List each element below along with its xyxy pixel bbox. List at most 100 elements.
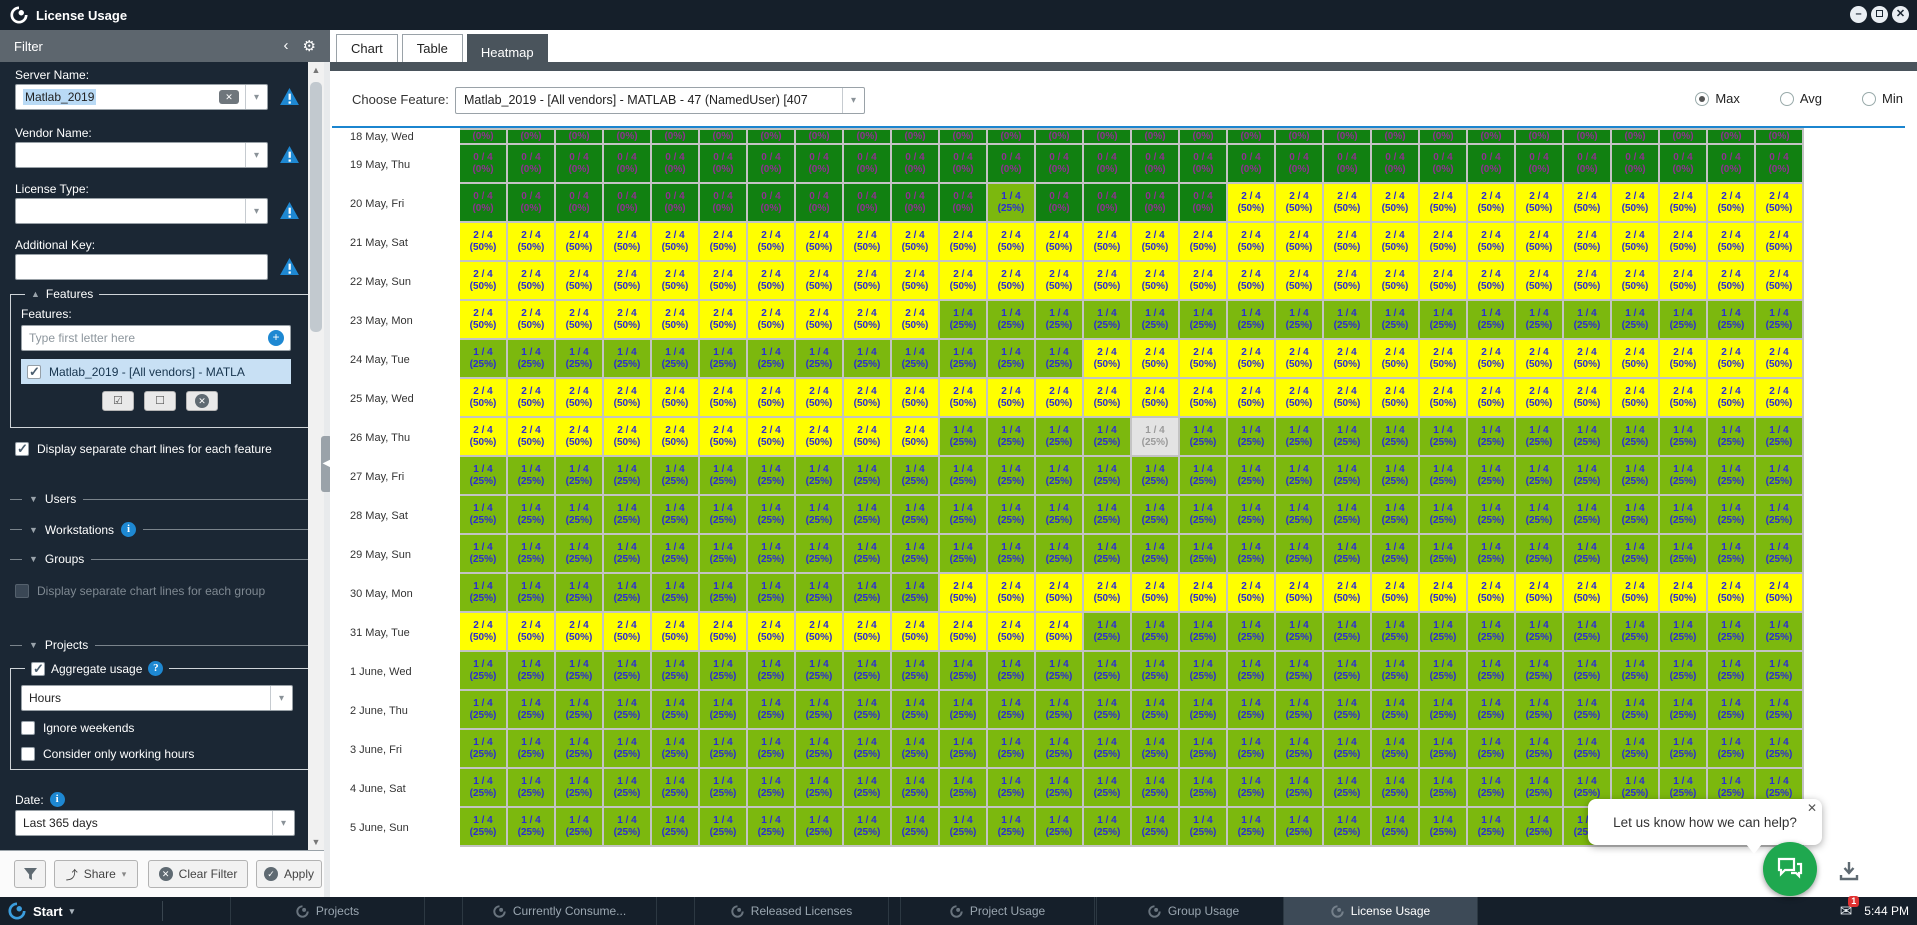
heatmap-cell[interactable]: 2 / 4(50%): [940, 574, 988, 613]
heatmap-cell[interactable]: 0 / 4(0%): [604, 145, 652, 184]
heatmap-cell[interactable]: 2 / 4(50%): [892, 223, 940, 262]
heatmap-cell[interactable]: 1 / 4(25%): [1180, 418, 1228, 457]
heatmap-cell[interactable]: 1 / 4(25%): [604, 769, 652, 808]
heatmap-cell[interactable]: 2 / 4(50%): [988, 223, 1036, 262]
heatmap-cell[interactable]: 1 / 4(25%): [1468, 457, 1516, 496]
heatmap-cell[interactable]: 1 / 4(25%): [556, 652, 604, 691]
heatmap-cell[interactable]: 0 / 4(0%): [1660, 145, 1708, 184]
heatmap-cell[interactable]: 1 / 4(25%): [1036, 457, 1084, 496]
heatmap-cell[interactable]: 1 / 4(25%): [1420, 418, 1468, 457]
heatmap-cell[interactable]: 2 / 4(50%): [700, 379, 748, 418]
clear-text-icon[interactable]: ✕: [219, 90, 239, 104]
heatmap-cell[interactable]: 1 / 4(25%): [748, 535, 796, 574]
collapse-section-icon[interactable]: ▲: [31, 289, 40, 299]
help-icon[interactable]: ?: [148, 661, 163, 676]
heatmap-cell[interactable]: 2 / 4(50%): [1132, 340, 1180, 379]
heatmap-cell[interactable]: 1 / 4(25%): [796, 535, 844, 574]
heatmap-cell[interactable]: 2 / 4(50%): [1324, 379, 1372, 418]
heatmap-cell[interactable]: 1 / 4(25%): [460, 340, 508, 379]
heatmap-cell[interactable]: 1 / 4(25%): [1132, 535, 1180, 574]
heatmap-cell[interactable]: 1 / 4(25%): [652, 691, 700, 730]
separate-feature-checkbox-row[interactable]: Display separate chart lines for each fe…: [15, 442, 272, 456]
heatmap-cell[interactable]: 1 / 4(25%): [652, 652, 700, 691]
heatmap-cell[interactable]: 1 / 4(25%): [748, 496, 796, 535]
task-currently-consume[interactable]: Currently Consume...: [462, 897, 657, 925]
tab-table[interactable]: Table: [402, 34, 463, 62]
heatmap-cell[interactable]: 1 / 4(25%): [892, 535, 940, 574]
heatmap-cell[interactable]: 0 / 4(0%): [1180, 128, 1228, 145]
heatmap-cell[interactable]: 1 / 4(25%): [1372, 457, 1420, 496]
heatmap-cell[interactable]: 1 / 4(25%): [1708, 496, 1756, 535]
heatmap-cell[interactable]: 1 / 4(25%): [508, 535, 556, 574]
heatmap-cell[interactable]: 1 / 4(25%): [1324, 691, 1372, 730]
heatmap-cell[interactable]: 1 / 4(25%): [988, 769, 1036, 808]
heatmap-cell[interactable]: 1 / 4(25%): [1036, 301, 1084, 340]
heatmap-cell[interactable]: 1 / 4(25%): [1084, 652, 1132, 691]
heatmap-cell[interactable]: 1 / 4(25%): [1612, 457, 1660, 496]
heatmap-cell[interactable]: 0 / 4(0%): [700, 145, 748, 184]
heatmap-cell[interactable]: 1 / 4(25%): [988, 457, 1036, 496]
ignore-weekends-checkbox[interactable]: [21, 721, 35, 735]
heatmap-cell[interactable]: 1 / 4(25%): [1756, 652, 1804, 691]
heatmap-cell[interactable]: 1 / 4(25%): [652, 730, 700, 769]
heatmap-cell[interactable]: 1 / 4(25%): [844, 340, 892, 379]
scrollbar-thumb[interactable]: [310, 82, 322, 332]
heatmap-cell[interactable]: 2 / 4(50%): [1276, 223, 1324, 262]
heatmap-cell[interactable]: 2 / 4(50%): [988, 613, 1036, 652]
chevron-down-icon[interactable]: ▾: [245, 85, 267, 109]
heatmap-cell[interactable]: 2 / 4(50%): [748, 613, 796, 652]
heatmap-cell[interactable]: 1 / 4(25%): [1612, 418, 1660, 457]
heatmap-cell[interactable]: 0 / 4(0%): [1564, 145, 1612, 184]
heatmap-cell[interactable]: 0 / 4(0%): [652, 128, 700, 145]
heatmap-cell[interactable]: 0 / 4(0%): [1420, 145, 1468, 184]
heatmap-cell[interactable]: 1 / 4(25%): [1228, 457, 1276, 496]
heatmap-cell[interactable]: 2 / 4(50%): [892, 613, 940, 652]
heatmap-cell[interactable]: 1 / 4(25%): [1180, 652, 1228, 691]
heatmap-cell[interactable]: 1 / 4(25%): [988, 808, 1036, 847]
heatmap-cell[interactable]: 2 / 4(50%): [1564, 574, 1612, 613]
heatmap-cell[interactable]: 2 / 4(50%): [988, 262, 1036, 301]
heatmap-cell[interactable]: 1 / 4(25%): [1468, 652, 1516, 691]
heatmap-cell[interactable]: 1 / 4(25%): [700, 691, 748, 730]
heatmap-cell[interactable]: 2 / 4(50%): [844, 613, 892, 652]
heatmap-cell[interactable]: 2 / 4(50%): [508, 379, 556, 418]
heatmap-cell[interactable]: 1 / 4(25%): [1036, 652, 1084, 691]
heatmap-cell[interactable]: 1 / 4(25%): [988, 184, 1036, 223]
heatmap-cell[interactable]: 1 / 4(25%): [988, 535, 1036, 574]
heatmap-cell[interactable]: 0 / 4(0%): [1228, 145, 1276, 184]
heatmap-cell[interactable]: 0 / 4(0%): [1180, 184, 1228, 223]
heatmap-cell[interactable]: 1 / 4(25%): [988, 691, 1036, 730]
radio-avg[interactable]: Avg: [1780, 91, 1822, 106]
heatmap-cell[interactable]: 0 / 4(0%): [1420, 128, 1468, 145]
heatmap-cell[interactable]: 1 / 4(25%): [1180, 730, 1228, 769]
heatmap-cell[interactable]: 0 / 4(0%): [1132, 145, 1180, 184]
heatmap-cell[interactable]: 1 / 4(25%): [1228, 652, 1276, 691]
heatmap-cell[interactable]: 1 / 4(25%): [1564, 652, 1612, 691]
heatmap-cell[interactable]: 1 / 4(25%): [1276, 613, 1324, 652]
heatmap-cell[interactable]: 1 / 4(25%): [940, 457, 988, 496]
heatmap-cell[interactable]: 0 / 4(0%): [940, 145, 988, 184]
heatmap-cell[interactable]: 1 / 4(25%): [508, 496, 556, 535]
heatmap-cell[interactable]: 1 / 4(25%): [1420, 535, 1468, 574]
heatmap-cell[interactable]: 1 / 4(25%): [1708, 457, 1756, 496]
heatmap-cell[interactable]: 1 / 4(25%): [1372, 730, 1420, 769]
heatmap-cell[interactable]: 1 / 4(25%): [1324, 652, 1372, 691]
heatmap-cell[interactable]: 2 / 4(50%): [1276, 184, 1324, 223]
heatmap-cell[interactable]: 2 / 4(50%): [1612, 340, 1660, 379]
deselect-all-button[interactable]: ☐: [144, 391, 176, 411]
heatmap-cell[interactable]: 1 / 4(25%): [652, 808, 700, 847]
task-license-usage[interactable]: License Usage: [1283, 897, 1478, 925]
heatmap-cell[interactable]: 1 / 4(25%): [556, 496, 604, 535]
heatmap-cell[interactable]: 2 / 4(50%): [700, 418, 748, 457]
heatmap-cell[interactable]: 1 / 4(25%): [1516, 730, 1564, 769]
users-section[interactable]: ▼ Users: [10, 492, 318, 506]
heatmap-cell[interactable]: 0 / 4(0%): [1084, 184, 1132, 223]
heatmap-cell[interactable]: 1 / 4(25%): [1708, 613, 1756, 652]
heatmap-cell[interactable]: 2 / 4(50%): [700, 301, 748, 340]
heatmap-cell[interactable]: 1 / 4(25%): [1084, 301, 1132, 340]
tab-chart[interactable]: Chart: [336, 34, 398, 62]
heatmap-cell[interactable]: 1 / 4(25%): [460, 808, 508, 847]
heatmap-cell[interactable]: 2 / 4(50%): [1612, 184, 1660, 223]
heatmap-cell[interactable]: 1 / 4(25%): [940, 730, 988, 769]
working-hours-row[interactable]: Consider only working hours: [21, 747, 194, 761]
